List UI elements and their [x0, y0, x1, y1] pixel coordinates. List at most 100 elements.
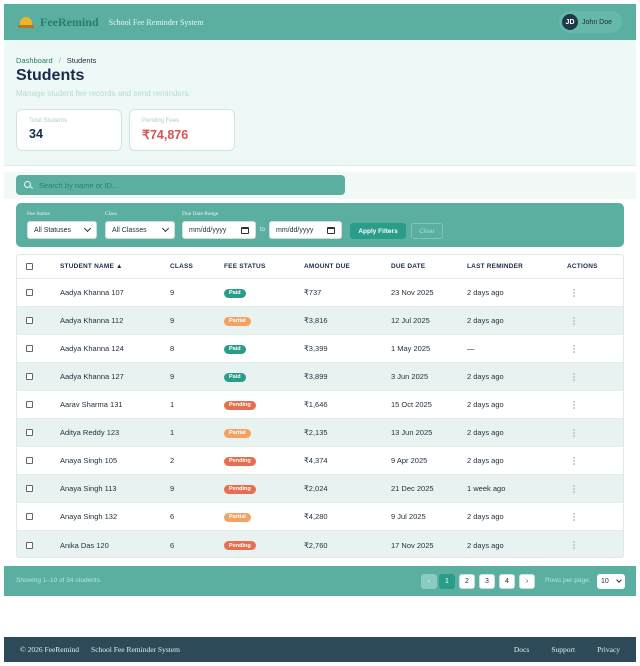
student-name: Aarav Sharma 131 [60, 400, 123, 409]
student-class: 9 [170, 484, 175, 493]
row-checkbox[interactable] [26, 485, 33, 492]
amount-due: ₹3,899 [304, 372, 328, 381]
table-row[interactable]: Anika Das 120 6 Pending ₹2,760 17 Nov 2025 2 … [17, 531, 623, 557]
last-reminder: 2 days ago [467, 316, 504, 325]
amount-due: ₹2,024 [304, 484, 328, 493]
clear-filters-button[interactable]: Clear [411, 223, 443, 239]
table-row[interactable]: Aadya Khanna 107 9 Paid ₹737 23 Nov 2025 2 da… [17, 279, 623, 307]
last-reminder: 2 days ago [467, 540, 504, 550]
page-button-4[interactable]: 4 [499, 574, 515, 589]
column-header-class: CLASS [170, 263, 194, 270]
table-row[interactable]: Anaya Singh 132 6 Partial ₹4,280 9 Jul 2025 2… [17, 503, 623, 531]
row-checkbox[interactable] [26, 317, 33, 324]
fee-status-badge: Pending [224, 483, 256, 494]
student-class: 1 [170, 428, 175, 437]
last-reminder: 2 days ago [467, 400, 504, 409]
more-actions-icon[interactable] [573, 316, 575, 325]
last-reminder: 2 days ago [467, 512, 504, 521]
select-all-checkbox[interactable] [26, 263, 33, 270]
student-name: Aditya Reddy 123 [60, 428, 120, 437]
footer-link-support[interactable]: Support [551, 645, 575, 654]
student-name: Anaya Singh 132 [60, 512, 118, 521]
status-badge: Paid [224, 288, 246, 298]
status-badge: Pending [224, 400, 256, 410]
class-select[interactable]: All Classes [105, 221, 175, 239]
more-actions-icon[interactable] [573, 344, 575, 353]
rows-per-page-select[interactable]: 10 [597, 574, 625, 589]
student-name: Anaya Singh 105 [60, 456, 118, 465]
row-checkbox[interactable] [26, 429, 33, 436]
student-class: 6 [170, 540, 175, 550]
more-actions-icon[interactable] [573, 428, 575, 437]
column-header-last-reminder: LAST REMINDER [467, 263, 524, 270]
stat-value: ₹74,876 [142, 128, 189, 142]
next-page-button[interactable]: › [519, 574, 535, 589]
pagination-bar: Showing 1–10 of 34 students ‹ 1 2 3 4 › … [4, 566, 636, 596]
brand-tagline: School Fee Reminder System [108, 17, 204, 27]
student-class: 1 [170, 400, 175, 409]
more-actions-icon[interactable] [573, 400, 575, 409]
prev-page-button[interactable]: ‹ [421, 574, 437, 589]
breadcrumb-dashboard-link[interactable]: Dashboard [16, 56, 53, 65]
table-row[interactable]: Anaya Singh 113 9 Pending ₹2,024 21 Dec 2025… [17, 475, 623, 503]
more-actions-icon[interactable] [573, 456, 575, 465]
student-class: 8 [170, 344, 175, 353]
column-header-student-name[interactable]: STUDENT NAME ▲ [60, 263, 123, 270]
page-button-3[interactable]: 3 [479, 574, 495, 589]
table-row[interactable]: Aditya Reddy 123 1 Partial ₹2,135 13 Jun 202… [17, 419, 623, 447]
footer-link-privacy[interactable]: Privacy [597, 645, 620, 654]
amount-due: ₹2,760 [304, 540, 328, 550]
amount-due: ₹4,280 [304, 512, 328, 521]
table-row[interactable]: Aarav Sharma 131 1 Pending ₹1,646 15 Oct 202… [17, 391, 623, 419]
row-checkbox[interactable] [26, 373, 33, 380]
page-button-2[interactable]: 2 [459, 574, 475, 589]
amount-due: ₹1,646 [304, 400, 328, 409]
user-menu[interactable]: JD John Doe [559, 11, 622, 33]
footer-link-docs[interactable]: Docs [514, 645, 529, 654]
due-date-to-input[interactable]: mm/dd/yyyy [269, 221, 342, 239]
fee-status-label: Fee Status [27, 211, 50, 217]
row-checkbox[interactable] [26, 289, 33, 296]
more-actions-icon[interactable] [573, 484, 575, 493]
student-class: 9 [170, 288, 175, 297]
more-actions-icon[interactable] [573, 288, 575, 297]
apply-filters-button[interactable]: Apply Filters [350, 223, 406, 239]
calendar-icon[interactable] [241, 226, 249, 234]
status-badge: Paid [224, 344, 246, 354]
last-reminder: 2 days ago [467, 288, 504, 297]
row-checkbox[interactable] [26, 401, 33, 408]
fee-status-badge: Partial [224, 427, 251, 438]
table-body: Aadya Khanna 107 9 Paid ₹737 23 Nov 2025 2 da… [17, 279, 623, 557]
footer-links: Docs Support Privacy [514, 645, 620, 654]
class-value: All Classes [112, 226, 147, 234]
page-button-1[interactable]: 1 [439, 574, 455, 589]
more-actions-icon[interactable] [573, 541, 575, 549]
brand-name[interactable]: FeeRemind [40, 15, 99, 30]
row-checkbox[interactable] [26, 541, 33, 549]
more-actions-icon[interactable] [573, 512, 575, 521]
last-reminder: 2 days ago [467, 428, 504, 437]
search-input[interactable] [39, 180, 329, 190]
row-checkbox[interactable] [26, 345, 33, 352]
student-name: Anaya Singh 113 [60, 484, 117, 493]
more-actions-icon[interactable] [573, 372, 575, 381]
table-row[interactable]: Aadya Khanna 127 9 Paid ₹3,899 3 Jun 2025 2 d… [17, 363, 623, 391]
amount-due: ₹737 [304, 288, 322, 297]
calendar-icon[interactable] [327, 226, 335, 234]
rows-per-page-label: Rows per page: [545, 577, 591, 584]
date-to-value: mm/dd/yyyy [276, 226, 314, 234]
row-checkbox[interactable] [26, 457, 33, 464]
fee-status-select[interactable]: All Statuses [27, 221, 97, 239]
table-row[interactable]: Aadya Khanna 112 9 Partial ₹3,816 12 Jul 202… [17, 307, 623, 335]
due-date-range-label: Due Date Range [182, 211, 219, 217]
table-row[interactable]: Anaya Singh 105 2 Pending ₹4,374 9 Apr 2025 2… [17, 447, 623, 475]
fee-status-badge: Pending [224, 399, 256, 410]
row-checkbox[interactable] [26, 513, 33, 520]
due-date-from-input[interactable]: mm/dd/yyyy [182, 221, 256, 239]
fee-status-badge: Partial [224, 315, 251, 326]
student-name: Aadya Khanna 107 [60, 288, 124, 297]
table-row[interactable]: Aadya Khanna 124 8 Paid ₹3,399 1 May 2025 — [17, 335, 623, 363]
last-reminder: 2 days ago [467, 372, 504, 381]
due-date: 23 Nov 2025 [391, 288, 434, 297]
search-icon [24, 180, 34, 190]
